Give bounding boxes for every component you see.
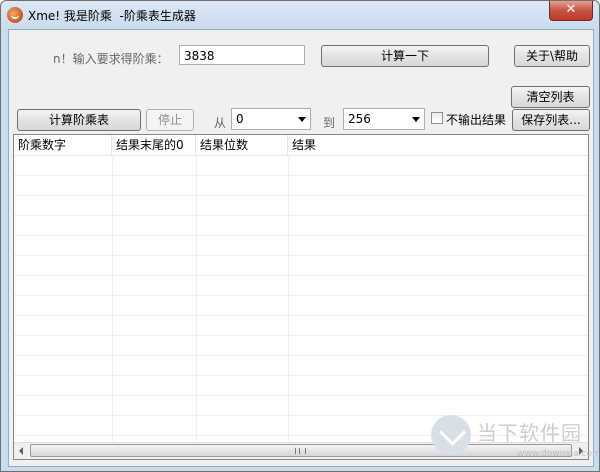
grid-row-line [14,335,588,336]
about-help-button[interactable]: 关于\帮助 [514,45,590,67]
grid-row-line [14,235,588,236]
client-area: n！输入要求得阶乘： 3838 计算一下 关于\帮助 清空列表 计算阶乘表 停止… [8,29,594,467]
calc-table-button[interactable]: 计算阶乘表 [17,109,141,131]
grid-row-line [14,315,588,316]
grid-row-line [14,295,588,296]
stop-button[interactable]: 停止 [146,109,194,131]
grid-row-line [14,375,588,376]
watermark-url: www.downxia.com [517,449,600,459]
app-logo-icon [7,7,23,23]
app-window: Xme! 我是阶乘 -阶乘表生成器 ✕ n！输入要求得阶乘： 3838 计算一下… [0,0,600,472]
results-list[interactable]: 阶乘数字 结果末尾的0 结果位数 结果 [13,134,589,460]
from-value: 0 [236,112,244,126]
grid-row-line [14,395,588,396]
from-combo[interactable]: 0 [231,108,311,130]
grid-divider [288,155,289,443]
no-output-label: 不输出结果 [446,113,507,127]
n-input[interactable]: 3838 [179,45,305,65]
grid-row-line [14,355,588,356]
dropdown-arrow-icon [412,117,420,122]
clear-list-button[interactable]: 清空列表 [511,86,590,108]
grid-divider [112,155,113,443]
title-bar[interactable]: Xme! 我是阶乘 -阶乘表生成器 ✕ [1,1,599,29]
column-header-factorial[interactable]: 阶乘数字 [14,135,112,155]
close-button[interactable]: ✕ [549,1,593,21]
column-header-digits[interactable]: 结果位数 [196,135,288,155]
window-title: Xme! 我是阶乘 -阶乘表生成器 [28,9,196,23]
column-header-result[interactable]: 结果 [288,135,588,155]
to-combo[interactable]: 256 [343,108,425,130]
dropdown-arrow-icon [298,117,306,122]
no-output-checkbox[interactable] [431,112,443,124]
grid-divider [196,155,197,443]
n-input-label: n！输入要求得阶乘： [53,52,169,66]
download-icon [431,415,471,455]
save-list-button[interactable]: 保存列表... [512,109,590,131]
list-header: 阶乘数字 结果末尾的0 结果位数 结果 [14,135,588,156]
to-label: 到 [323,116,336,130]
watermark-title: 当下软件园 [477,421,582,445]
scroll-left-icon[interactable] [19,447,23,455]
compute-button[interactable]: 计算一下 [321,45,489,67]
column-header-trailing-zeros[interactable]: 结果末尾的0 [112,135,196,155]
grid-row-line [14,275,588,276]
grid-row-line [14,255,588,256]
grid-row-line [14,195,588,196]
grid-row-line [14,215,588,216]
watermark: 当下软件园 www.downxia.com [431,413,600,471]
grid-row-line [14,175,588,176]
grip-icon [295,448,306,454]
from-label: 从 [214,116,227,130]
to-value: 256 [348,112,371,126]
